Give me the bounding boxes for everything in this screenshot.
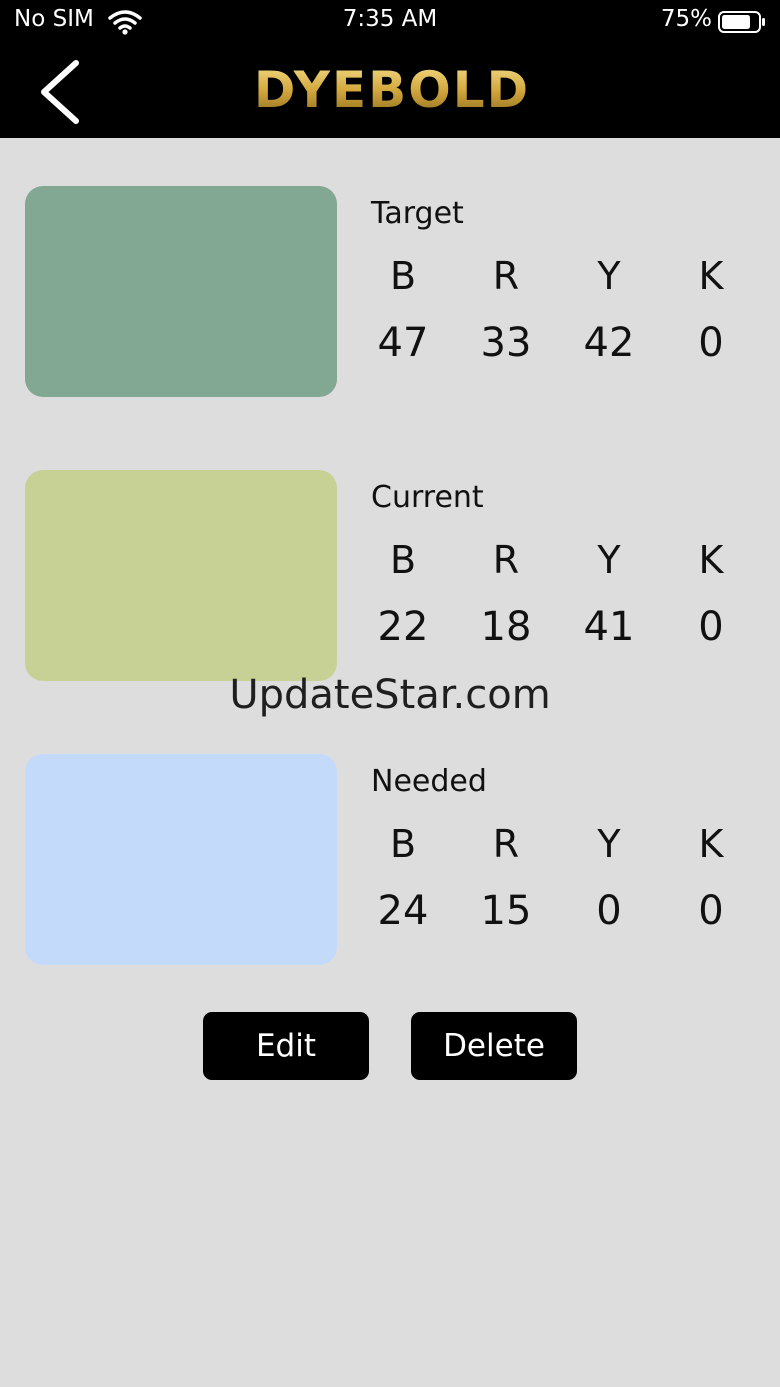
current-label: Current — [371, 480, 484, 515]
needed-r-value: 15 — [480, 888, 532, 934]
current-r-value: 18 — [480, 604, 532, 650]
needed-label: Needed — [371, 764, 487, 799]
needed-b-value: 24 — [377, 888, 429, 934]
needed-swatch — [25, 754, 337, 965]
target-label: Target — [371, 196, 464, 231]
channel-r-label: R — [492, 538, 520, 582]
channel-r-label: R — [492, 254, 520, 298]
delete-button[interactable]: Delete — [411, 1012, 577, 1080]
channel-y-label: Y — [597, 538, 621, 582]
channel-y-label: Y — [597, 822, 621, 866]
svg-text:DYEBOLD: DYEBOLD — [254, 61, 530, 119]
channel-y-label: Y — [597, 254, 621, 298]
status-bar: No SIM 7:35 AM 75% — [0, 0, 780, 45]
nav-bar: DYEBOLD — [0, 45, 780, 138]
battery-icon — [718, 11, 765, 33]
chevron-left-icon[interactable] — [36, 59, 86, 125]
channel-k-label: K — [698, 538, 724, 582]
current-b-value: 22 — [377, 604, 429, 650]
target-color-row: Target B R Y K 47 33 42 0 — [0, 186, 780, 398]
channel-b-label: B — [389, 538, 417, 582]
battery-percentage: 75% — [660, 6, 712, 32]
needed-color-row: Needed B R Y K 24 15 0 0 — [0, 754, 780, 966]
current-swatch — [25, 470, 337, 681]
current-k-value: 0 — [698, 604, 724, 650]
needed-y-value: 0 — [596, 888, 622, 934]
channel-b-label: B — [389, 822, 417, 866]
target-swatch — [25, 186, 337, 397]
watermark: UpdateStar.com — [229, 672, 551, 718]
target-y-value: 42 — [583, 320, 635, 366]
channel-k-label: K — [698, 254, 724, 298]
target-b-value: 47 — [377, 320, 429, 366]
channel-k-label: K — [698, 822, 724, 866]
channel-r-label: R — [492, 822, 520, 866]
current-y-value: 41 — [583, 604, 635, 650]
edit-button[interactable]: Edit — [203, 1012, 369, 1080]
target-k-value: 0 — [698, 320, 724, 366]
current-color-row: Current B R Y K 22 18 41 0 — [0, 470, 780, 682]
channel-b-label: B — [389, 254, 417, 298]
needed-k-value: 0 — [698, 888, 724, 934]
target-r-value: 33 — [480, 320, 532, 366]
dyebold-logo: DYEBOLD — [254, 61, 530, 119]
